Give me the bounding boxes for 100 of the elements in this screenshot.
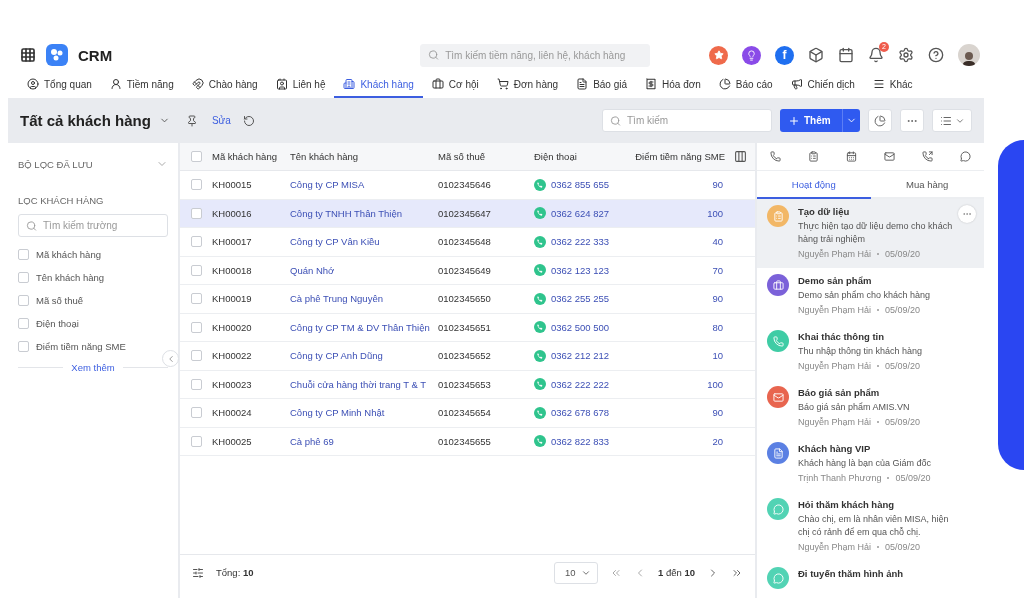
row-checkbox[interactable] [190, 207, 202, 219]
customer-link[interactable]: Cà phê Trung Nguyên [290, 293, 383, 305]
checkbox[interactable] [18, 295, 29, 306]
phone-cell[interactable]: 0362 624 827 [534, 207, 610, 220]
row-checkbox[interactable] [190, 435, 202, 447]
activity-item[interactable]: Tạo dữ liệu Thực hiện tạo dữ liệu demo cho khách hàng trải nghiệm Nguyễn Phạm Hải 05/09/20 [757, 199, 984, 268]
nav-tab[interactable]: Báo cáo [709, 72, 782, 98]
box-icon[interactable] [808, 47, 824, 63]
field-label: Điểm tiềm năng SME [36, 341, 126, 352]
global-search-field[interactable]: Tìm kiếm tiềm năng, liên hệ, khách hàng [420, 43, 651, 67]
collapse-button[interactable] [162, 350, 179, 367]
customer-link[interactable]: Công ty CP MISA [290, 179, 365, 191]
phone-cell[interactable]: 0362 678 678 [534, 406, 610, 419]
nav-tab[interactable]: Hóa đơn [636, 72, 710, 98]
row-checkbox[interactable] [190, 293, 202, 305]
field-label: Tên khách hàng [36, 272, 105, 283]
phone-cell[interactable]: 0362 123 123 [534, 264, 610, 277]
column-header[interactable]: Điểm tiềm năng SME [635, 151, 725, 162]
search-field[interactable]: Tìm kiếm [602, 109, 772, 132]
activity-title: Hỏi thăm khách hàng [798, 498, 896, 512]
row-checkbox[interactable] [190, 236, 202, 248]
avatar[interactable] [958, 44, 980, 66]
row-checkbox[interactable] [190, 350, 202, 362]
mail-icon[interactable] [883, 151, 895, 162]
row-checkbox[interactable] [190, 407, 202, 419]
pin-icon[interactable] [185, 114, 198, 127]
customer-link[interactable]: Chuỗi cửa hàng thời trang T & T [290, 378, 427, 390]
phone-cell[interactable]: 0362 500 500 [534, 321, 610, 334]
customer-link[interactable]: Công ty CP Minh Nhật [290, 407, 385, 419]
customer-link[interactable]: Quán Nhớ [290, 264, 335, 276]
settings-icon[interactable] [898, 47, 914, 63]
phone-cell[interactable]: 0362 855 655 [534, 178, 610, 191]
chart-button[interactable] [868, 109, 892, 132]
phone-icon[interactable] [770, 151, 782, 162]
bell-icon[interactable] [868, 47, 884, 63]
checkbox[interactable] [18, 341, 29, 352]
activity-title: Demo sản phẩm [798, 274, 873, 288]
column-settings-icon[interactable] [734, 150, 747, 163]
phone-cell[interactable]: 0362 255 255 [534, 292, 610, 305]
activity-description: Demo sản phẩm cho khách hàng [798, 289, 931, 302]
column-header[interactable]: Mã số thuế [438, 151, 534, 162]
lightbulb-icon[interactable] [742, 45, 761, 65]
help-icon[interactable] [928, 47, 944, 63]
column-header[interactable]: Mã khách hàng [212, 151, 290, 162]
checkbox[interactable] [18, 249, 29, 260]
activity-description: Thu nhập thông tin khách hàng [798, 345, 923, 358]
more-button[interactable] [900, 109, 924, 132]
activity-date: 05/09/20 [885, 416, 921, 429]
phone-cell[interactable]: 0362 222 333 [534, 235, 610, 248]
field-search-input[interactable]: Tìm kiếm trường [18, 214, 168, 237]
nav-tab[interactable]: Cơ hội [422, 72, 488, 98]
nav-tab[interactable]: Đơn hàng [487, 72, 568, 98]
add-button[interactable]: Thêm [780, 109, 860, 132]
table-row[interactable]: KH00016 Công ty TNHH Thân Thiện 0102345647 0362 624 827 100 [180, 199, 755, 228]
row-checkbox[interactable] [190, 264, 202, 276]
app-grid-icon[interactable] [20, 47, 36, 63]
nav-tab[interactable]: Tiềm năng [100, 72, 183, 98]
receipt-icon [645, 78, 658, 90]
chat-icon[interactable] [959, 151, 971, 162]
calendar-icon[interactable] [838, 47, 854, 63]
checkbox[interactable] [18, 272, 29, 283]
customer-link[interactable]: Công ty TNHH Thân Thiện [290, 207, 402, 219]
activity-title: Khách hàng VIP [798, 442, 872, 456]
see-more-link[interactable]: Xem thêm [71, 362, 115, 373]
facebook-icon[interactable]: f [775, 45, 794, 65]
view-button[interactable] [932, 109, 972, 132]
calendar-icon[interactable] [846, 151, 858, 162]
refresh-icon[interactable] [242, 114, 255, 127]
row-checkbox[interactable] [190, 321, 202, 333]
nav-tab[interactable]: Liên hệ [266, 72, 335, 98]
checkbox[interactable] [18, 318, 29, 329]
page-size-select[interactable]: 10 [554, 561, 598, 584]
column-header[interactable]: Điện thoại [534, 151, 630, 162]
search-icon [610, 115, 621, 126]
sliders-icon[interactable] [192, 566, 204, 579]
nav-tab[interactable]: Chiến dịch [781, 72, 864, 98]
edit-link[interactable]: Sửa [211, 115, 231, 126]
menu-icon [872, 78, 885, 90]
customer-link[interactable]: Công ty CP Anh Dũng [290, 350, 383, 362]
activity-title: Báo giá sản phẩm [798, 386, 881, 400]
filter-heading: LỌC KHÁCH HÀNG [18, 195, 105, 206]
clipboard-icon[interactable] [808, 151, 820, 162]
customer-link[interactable]: Công ty CP Vân Kiều [290, 236, 380, 248]
activity-description: Chào chị, em là nhân viên MISA, hiện chị có rảnh để em qua chỗ chị. [798, 513, 950, 539]
phone-cell[interactable]: 0362 222 222 [534, 378, 610, 391]
more-button[interactable] [958, 205, 976, 223]
customer-link[interactable]: Cà phê 69 [290, 435, 334, 447]
row-checkbox[interactable] [190, 378, 202, 390]
customer-link[interactable]: Công ty CP TM & DV Thân Thiện [290, 321, 430, 333]
nav-tab[interactable]: Báo giá [567, 72, 637, 98]
nav-tab[interactable]: Chào hàng [182, 72, 267, 98]
outgoing-call-icon[interactable] [921, 151, 933, 162]
activity-date: 05/09/20 [885, 248, 921, 261]
column-header[interactable]: Tên khách hàng [290, 151, 438, 162]
nav-tab[interactable]: Tổng quan [18, 72, 101, 98]
phone-cell[interactable]: 0362 212 212 [534, 349, 610, 362]
nav-tab[interactable]: Khác [863, 72, 922, 98]
phone-cell[interactable]: 0362 822 833 [534, 435, 610, 448]
row-checkbox[interactable] [190, 179, 202, 191]
select-all-checkbox[interactable] [190, 151, 202, 162]
